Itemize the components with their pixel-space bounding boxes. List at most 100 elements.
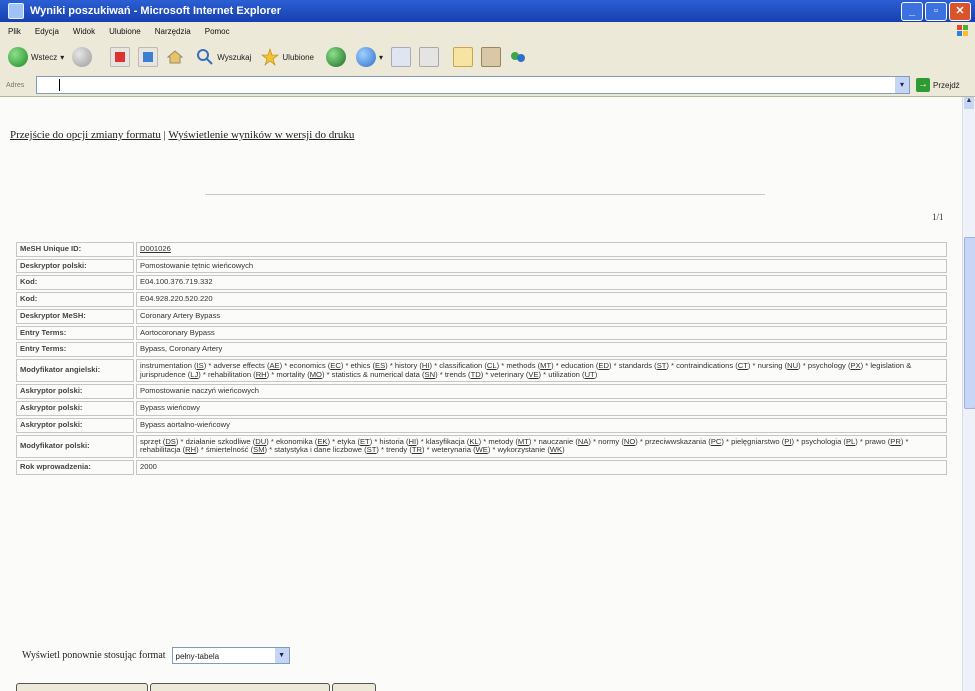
mesh-id-link[interactable]: D001026	[140, 244, 171, 253]
menu-help[interactable]: Pomoc	[205, 27, 230, 36]
back-button[interactable]: Wstecz ▾	[8, 47, 64, 67]
modifier-code-link[interactable]: ES	[375, 361, 385, 370]
modifier-code-link[interactable]: ST	[367, 445, 377, 454]
table-row: Askryptor polski: Pomostowanie naczyń wi…	[16, 384, 947, 400]
modifier-code-link[interactable]: MT	[518, 437, 529, 446]
bottom-button-row	[16, 683, 376, 691]
modifier-code-link[interactable]: HI	[409, 437, 417, 446]
search-button[interactable]: Wyszukaj	[196, 48, 251, 66]
menu-file[interactable]: Plik	[8, 27, 21, 36]
modifier-code-link[interactable]: RH	[256, 370, 267, 379]
change-format-link[interactable]: Przejście do opcji zmiany formatu	[10, 129, 161, 141]
polish-ascriptor-value: Pomostowanie naczyń wieńcowych	[136, 384, 947, 400]
modifier-code-link[interactable]: ST	[657, 361, 667, 370]
modifier-code-link[interactable]: ET	[360, 437, 370, 446]
modifier-code-link[interactable]: SM	[253, 445, 264, 454]
toolbar: Wstecz ▾ Wyszukaj Ulubione ▾	[0, 40, 975, 75]
modifier-term: contraindications	[676, 361, 734, 371]
mail-button[interactable]	[391, 47, 411, 67]
chevron-down-icon[interactable]: ▼	[274, 648, 289, 663]
modifier-code-link[interactable]: DS	[165, 437, 176, 446]
window-titlebar: Wyniki poszukiwań - Microsoft Internet E…	[0, 0, 975, 22]
modifier-code-link[interactable]: EK	[317, 437, 327, 446]
edit-button[interactable]	[453, 47, 473, 67]
history-button[interactable]: ▾	[355, 47, 383, 67]
modifier-code-link[interactable]: VE	[528, 370, 538, 379]
modifier-code-link[interactable]: MO	[310, 370, 322, 379]
media-button[interactable]	[325, 47, 346, 67]
scroll-up-icon[interactable]: ▲	[964, 97, 974, 109]
modifier-code-link[interactable]: PC	[711, 437, 722, 446]
format-selector-row: Wyświetl ponownie stosując format pełny-…	[22, 647, 290, 664]
entry-term-value: Bypass, Coronary Artery	[136, 342, 947, 358]
print-button[interactable]	[419, 47, 439, 67]
maximize-button[interactable]: ▫	[925, 2, 947, 21]
entry-term-value: Aortocoronary Bypass	[136, 325, 947, 341]
bottom-button-3[interactable]	[332, 683, 376, 691]
modifier-term: rehabilitacja	[140, 445, 181, 455]
bottom-button-2[interactable]	[150, 683, 330, 691]
code-label: Kod:	[16, 275, 134, 291]
modifier-code-link[interactable]: CT	[738, 361, 748, 370]
modifier-code-link[interactable]: WE	[476, 445, 488, 454]
modifier-code-link[interactable]: KL	[469, 437, 478, 446]
modifier-term: statystyka i dane liczbowe	[274, 445, 363, 455]
modifier-code-link[interactable]: PI	[784, 437, 791, 446]
history-dropdown-icon[interactable]: ▾	[379, 53, 383, 62]
modifier-code-link[interactable]: TD	[471, 370, 481, 379]
modifier-code-link[interactable]: IS	[197, 361, 204, 370]
polish-ascriptor-label: Askryptor polski:	[16, 401, 134, 416]
modifier-code-link[interactable]: RH	[185, 445, 196, 454]
favorites-button[interactable]: Ulubione	[261, 48, 314, 66]
format-select[interactable]: pełny-tabela ▼	[171, 647, 290, 664]
modifier-code-link[interactable]: CL	[487, 361, 497, 370]
polish-descriptor-value: Pomostowanie tętnic wieńcowych	[136, 258, 947, 274]
modifier-code-link[interactable]: TR	[412, 445, 422, 454]
menu-view[interactable]: Widok	[73, 27, 95, 36]
modifier-code-link[interactable]: PX	[850, 361, 860, 370]
polish-ascriptor-value: Bypass aortalno-wieńcowy	[136, 417, 947, 433]
go-button[interactable]: → Przejdź	[916, 78, 960, 92]
modifier-code-link[interactable]: EC	[330, 361, 341, 370]
menu-tools[interactable]: Narzędzia	[155, 27, 191, 36]
scrollbar-thumb[interactable]	[964, 237, 975, 409]
refresh-button[interactable]	[138, 47, 159, 67]
modifier-code-link[interactable]: WK	[550, 445, 562, 454]
modifier-code-link[interactable]: MT	[540, 361, 551, 370]
stop-button[interactable]	[110, 47, 131, 67]
modifier-code-link[interactable]: AE	[269, 361, 279, 370]
modifier-code-link[interactable]: ED	[598, 361, 609, 370]
table-row: Deskryptor polski: Pomostowanie tętnic w…	[16, 258, 947, 274]
minimize-button[interactable]: _	[901, 2, 923, 21]
modifier-code-link[interactable]: NA	[578, 437, 589, 446]
forward-button[interactable]	[72, 47, 93, 67]
window-title: Wyniki poszukiwań - Microsoft Internet E…	[30, 5, 282, 17]
close-button[interactable]: ✕	[949, 2, 971, 21]
menu-edit[interactable]: Edycja	[35, 27, 59, 36]
modifier-code-link[interactable]: PR	[890, 437, 901, 446]
modifier-code-link[interactable]: PL	[846, 437, 855, 446]
modifier-code-link[interactable]: HI	[422, 361, 430, 370]
discuss-button[interactable]	[481, 47, 501, 67]
bottom-button-1[interactable]	[16, 683, 148, 691]
modifier-term: ethics	[350, 361, 371, 371]
modifier-code-link[interactable]: NU	[787, 361, 798, 370]
modifier-code-link[interactable]: NO	[624, 437, 635, 446]
mail-icon	[391, 47, 411, 67]
mesh-id-value: D001026	[136, 242, 947, 257]
back-dropdown-icon[interactable]: ▾	[60, 53, 64, 62]
address-dropdown-icon[interactable]: ▾	[895, 77, 909, 93]
vertical-scrollbar[interactable]: ▲	[962, 97, 975, 691]
modifier-code-link[interactable]: LJ	[190, 370, 198, 379]
table-row: Entry Terms: Bypass, Coronary Artery	[16, 342, 947, 358]
print-version-link[interactable]: Wyświetlenie wyników w wersji do druku	[168, 129, 354, 141]
menu-favorites[interactable]: Ulubione	[109, 27, 141, 36]
modifier-code-link[interactable]: DU	[255, 437, 266, 446]
year-label: Rok wprowadzenia:	[16, 460, 134, 475]
home-button[interactable]	[166, 48, 184, 66]
address-input[interactable]: ▾	[36, 76, 910, 94]
modifier-code-link[interactable]: SN	[425, 370, 436, 379]
modifier-code-link[interactable]: UT	[585, 370, 595, 379]
messenger-button[interactable]	[509, 48, 527, 66]
code-label: Kod:	[16, 292, 134, 307]
